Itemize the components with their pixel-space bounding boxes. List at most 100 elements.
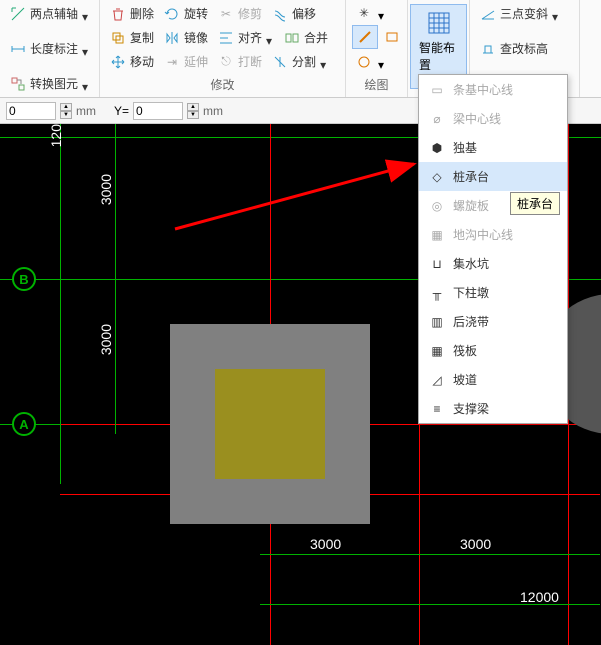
caret-icon: ▾ bbox=[320, 58, 328, 66]
ribbon-group-draw: ✳▾ ▾ 绘图 bbox=[346, 0, 408, 97]
rotate-button[interactable]: 旋转 bbox=[160, 2, 212, 25]
two-point-aux-axis-button[interactable]: 两点辅轴 ▾ bbox=[6, 2, 93, 25]
line-icon bbox=[357, 29, 373, 45]
caret-icon: ▾ bbox=[82, 80, 89, 88]
menu-item-9[interactable]: ▦筏板 bbox=[419, 336, 567, 365]
stepper-y[interactable]: ▲▼ bbox=[187, 103, 199, 119]
menu-item-icon: ◿ bbox=[429, 372, 445, 388]
caret-icon: ▾ bbox=[378, 58, 386, 66]
draw-circle-button[interactable] bbox=[352, 51, 376, 73]
axis-icon bbox=[10, 6, 26, 22]
menu-item-11[interactable]: ≡支撑梁 bbox=[419, 394, 567, 423]
menu-item-7[interactable]: ╥ 下柱墩 bbox=[419, 278, 567, 307]
menu-item-label: 坡道 bbox=[453, 371, 477, 388]
align-button[interactable]: 对齐▾ bbox=[214, 26, 278, 49]
label: 打断 bbox=[238, 53, 262, 70]
split-button[interactable]: 分割 ▾ bbox=[268, 50, 332, 73]
menu-item-3[interactable]: ◇ 桩承台 bbox=[419, 162, 567, 191]
copy-icon bbox=[110, 30, 126, 46]
align-icon bbox=[218, 30, 234, 46]
unit-label: mm bbox=[76, 104, 96, 118]
label: A bbox=[19, 417, 28, 432]
axis-bubble-a[interactable]: A bbox=[12, 412, 36, 436]
menu-item-label: 条基中心线 bbox=[453, 81, 513, 98]
draw-rect-button[interactable] bbox=[380, 26, 404, 48]
axis-bubble-b[interactable]: B bbox=[12, 267, 36, 291]
merge-button[interactable]: 合并 bbox=[280, 26, 332, 49]
stepper-x[interactable]: ▲▼ bbox=[60, 103, 72, 119]
menu-item-0: ▭ 条基中心线 bbox=[419, 75, 567, 104]
convert-element-button[interactable]: 转换图元 ▾ bbox=[6, 72, 93, 95]
trim-button[interactable]: ✂修剪 bbox=[214, 2, 266, 25]
label: 修剪 bbox=[238, 5, 262, 22]
move-button[interactable]: 移动 bbox=[106, 50, 158, 73]
delete-button[interactable]: 删除 bbox=[106, 2, 158, 25]
three-point-slope-button[interactable]: 三点变斜▾ bbox=[476, 2, 573, 25]
label: 移动 bbox=[130, 53, 154, 70]
menu-item-icon: ▭ bbox=[429, 82, 445, 98]
label: 删除 bbox=[130, 5, 154, 22]
menu-item-label: 集水坑 bbox=[453, 255, 489, 272]
ribbon-group-modify: 删除 旋转 ✂修剪 偏移 复制 镜像 对齐▾ 合并 移动 ⇥延伸 ⎋打断 分割 ▾… bbox=[100, 0, 346, 97]
break-icon: ⎋ bbox=[218, 54, 234, 70]
menu-item-label: 螺旋板 bbox=[453, 197, 489, 214]
menu-item-6[interactable]: ⊔集水坑 bbox=[419, 249, 567, 278]
dim-icon bbox=[10, 41, 26, 57]
menu-item-label: 地沟中心线 bbox=[453, 226, 513, 243]
caret-icon: ▾ bbox=[552, 10, 560, 18]
offset-icon bbox=[272, 6, 288, 22]
menu-item-icon: ◇ bbox=[429, 169, 445, 185]
split-icon bbox=[272, 54, 288, 70]
elev-icon bbox=[480, 41, 496, 57]
rotate-icon bbox=[164, 6, 180, 22]
convert-icon bbox=[10, 76, 26, 92]
draw-point-button[interactable]: ✳ bbox=[352, 2, 376, 24]
label: B bbox=[19, 272, 28, 287]
merge-icon bbox=[284, 30, 300, 46]
label: 转换图元 bbox=[30, 75, 78, 92]
circle-icon bbox=[356, 54, 372, 70]
dim-label: 3000 bbox=[98, 174, 114, 205]
offset-button[interactable]: 偏移 bbox=[268, 2, 320, 25]
dim-label: 3000 bbox=[98, 324, 114, 355]
label: 分割 bbox=[292, 53, 316, 70]
label: 合并 bbox=[304, 29, 328, 46]
break-button[interactable]: ⎋打断 bbox=[214, 50, 266, 73]
draw-line-button[interactable] bbox=[352, 25, 378, 49]
menu-item-icon: ▦ bbox=[429, 343, 445, 359]
menu-item-icon: ≡ bbox=[429, 401, 445, 417]
menu-item-label: 梁中心线 bbox=[453, 110, 501, 127]
menu-item-8[interactable]: ▥ 后浇带 bbox=[419, 307, 567, 336]
unit-label: mm bbox=[203, 104, 223, 118]
label: 对齐 bbox=[238, 29, 262, 46]
menu-item-icon: ▥ bbox=[429, 314, 445, 330]
move-icon bbox=[110, 54, 126, 70]
copy-button[interactable]: 复制 bbox=[106, 26, 158, 49]
dim-line-h bbox=[260, 554, 600, 555]
length-dim-button[interactable]: 长度标注▾ bbox=[6, 37, 93, 60]
menu-item-2[interactable]: ⬢独基 bbox=[419, 133, 567, 162]
menu-item-label: 桩承台 bbox=[453, 168, 489, 185]
menu-item-label: 后浇带 bbox=[453, 313, 489, 330]
check-elevation-button[interactable]: 查改标高 bbox=[476, 37, 573, 60]
label: 智能布置 bbox=[419, 39, 458, 73]
menu-item-label: 下柱墩 bbox=[453, 284, 489, 301]
menu-item-icon: ▦ bbox=[429, 227, 445, 243]
label: 偏移 bbox=[292, 5, 316, 22]
group-label-draw: 绘图 bbox=[352, 74, 401, 95]
slope-icon bbox=[480, 6, 496, 22]
caret-icon: ▾ bbox=[82, 10, 89, 18]
group-label-modify: 修改 bbox=[106, 74, 339, 95]
coord-x-input[interactable] bbox=[6, 102, 56, 120]
ribbon-group-aux: 两点辅轴 ▾ 长度标注▾ 转换图元 ▾ bbox=[0, 0, 100, 97]
pile-cap-inner[interactable] bbox=[215, 369, 325, 479]
mirror-button[interactable]: 镜像 bbox=[160, 26, 212, 49]
label: 两点辅轴 bbox=[30, 5, 78, 22]
menu-item-10[interactable]: ◿ 坡道 bbox=[419, 365, 567, 394]
menu-item-icon: ╥ bbox=[429, 285, 445, 301]
extend-button[interactable]: ⇥延伸 bbox=[160, 50, 212, 73]
menu-item-5: ▦ 地沟中心线 bbox=[419, 220, 567, 249]
rect-icon bbox=[384, 29, 400, 45]
label: 旋转 bbox=[184, 5, 208, 22]
coord-y-input[interactable] bbox=[133, 102, 183, 120]
